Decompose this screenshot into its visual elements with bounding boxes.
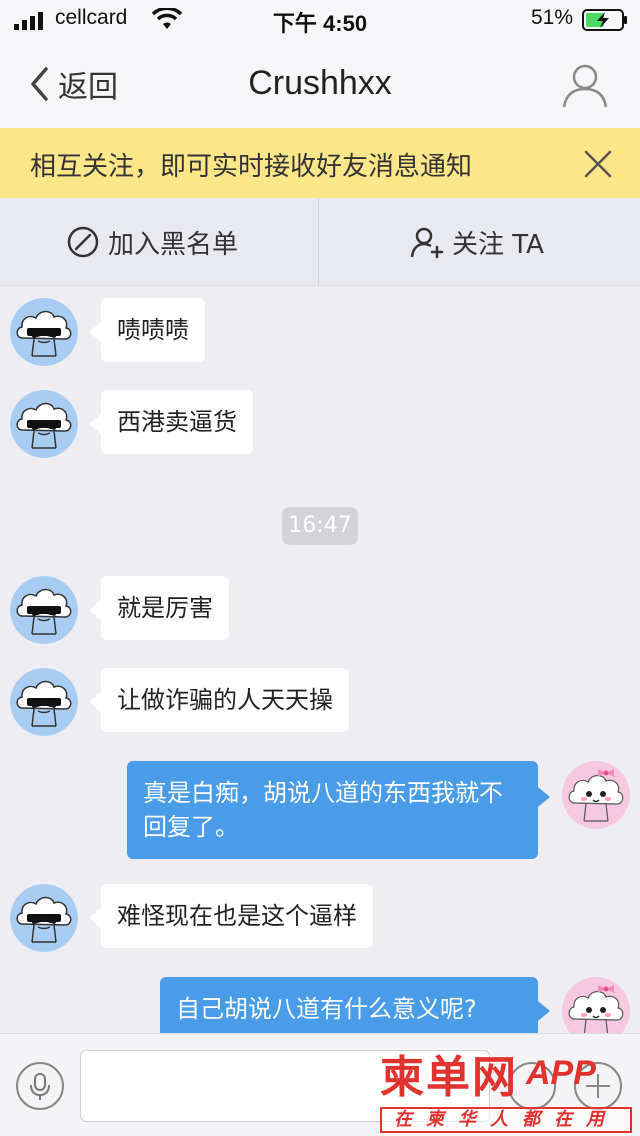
- outgoing-message[interactable]: 自己胡说八道有什么意义呢?: [160, 977, 538, 1033]
- incoming-message[interactable]: 难怪现在也是这个逼样: [101, 884, 373, 948]
- bubble-tail: [538, 787, 550, 807]
- close-icon[interactable]: [582, 148, 614, 180]
- voice-input-button[interactable]: [16, 1062, 64, 1110]
- contact-avatar[interactable]: [10, 884, 78, 952]
- incoming-message[interactable]: 啧啧啧: [101, 298, 205, 362]
- chat-title: Crushhxx: [248, 64, 392, 102]
- contact-avatar[interactable]: [10, 576, 78, 644]
- follow-label: 关注 TA: [452, 229, 544, 260]
- chat-messages[interactable]: 啧啧啧 西港卖逼货 16:47 就是厉害 让做诈骗的人天天操 真是白痴，胡说八道…: [0, 287, 640, 1033]
- bubble-tail: [89, 908, 101, 928]
- follow-notice-banner: 相互关注，即可实时接收好友消息通知: [0, 128, 640, 198]
- outgoing-message[interactable]: 真是白痴，胡说八道的东西我就不回复了。: [127, 761, 538, 859]
- person-icon[interactable]: [560, 60, 610, 110]
- bubble-tail: [538, 1001, 550, 1021]
- incoming-message[interactable]: 西港卖逼货: [101, 390, 253, 454]
- action-bar: 加入黑名单 关注 TA: [0, 198, 640, 286]
- battery-charging-icon: [582, 9, 627, 31]
- user-avatar[interactable]: [562, 977, 630, 1033]
- block-user-label: 加入黑名单: [108, 229, 239, 260]
- contact-avatar[interactable]: [10, 298, 78, 366]
- user-avatar[interactable]: [562, 761, 630, 829]
- bubble-tail: [89, 600, 101, 620]
- notice-text: 相互关注，即可实时接收好友消息通知: [30, 152, 473, 182]
- bubble-tail: [89, 322, 101, 342]
- action-divider: [318, 198, 319, 286]
- microphone-icon: [30, 1073, 50, 1100]
- bubble-tail: [89, 692, 101, 712]
- status-bar: cellcard 下午 4:50 51%: [0, 0, 640, 40]
- message-timestamp: 16:47: [282, 507, 358, 545]
- follow-button[interactable]: 关注 TA: [410, 198, 544, 286]
- block-icon: [67, 226, 99, 258]
- block-user-button[interactable]: 加入黑名单: [66, 198, 238, 286]
- contact-avatar[interactable]: [10, 668, 78, 736]
- add-person-icon: [410, 227, 444, 259]
- navigation-bar: 返回 Crushhxx: [0, 40, 640, 128]
- contact-avatar[interactable]: [10, 390, 78, 458]
- incoming-message[interactable]: 让做诈骗的人天天操: [101, 668, 349, 732]
- incoming-message[interactable]: 就是厉害: [101, 576, 229, 640]
- watermark-app: APP: [526, 1053, 596, 1092]
- watermark-brand: 柬单网: [380, 1052, 518, 1103]
- bubble-tail: [89, 414, 101, 434]
- battery-percentage: 51%: [531, 6, 574, 29]
- watermark-tagline: 在柬华人都在用: [380, 1107, 632, 1133]
- watermark-logo: 柬单网 APP 在柬华人都在用: [380, 1045, 640, 1136]
